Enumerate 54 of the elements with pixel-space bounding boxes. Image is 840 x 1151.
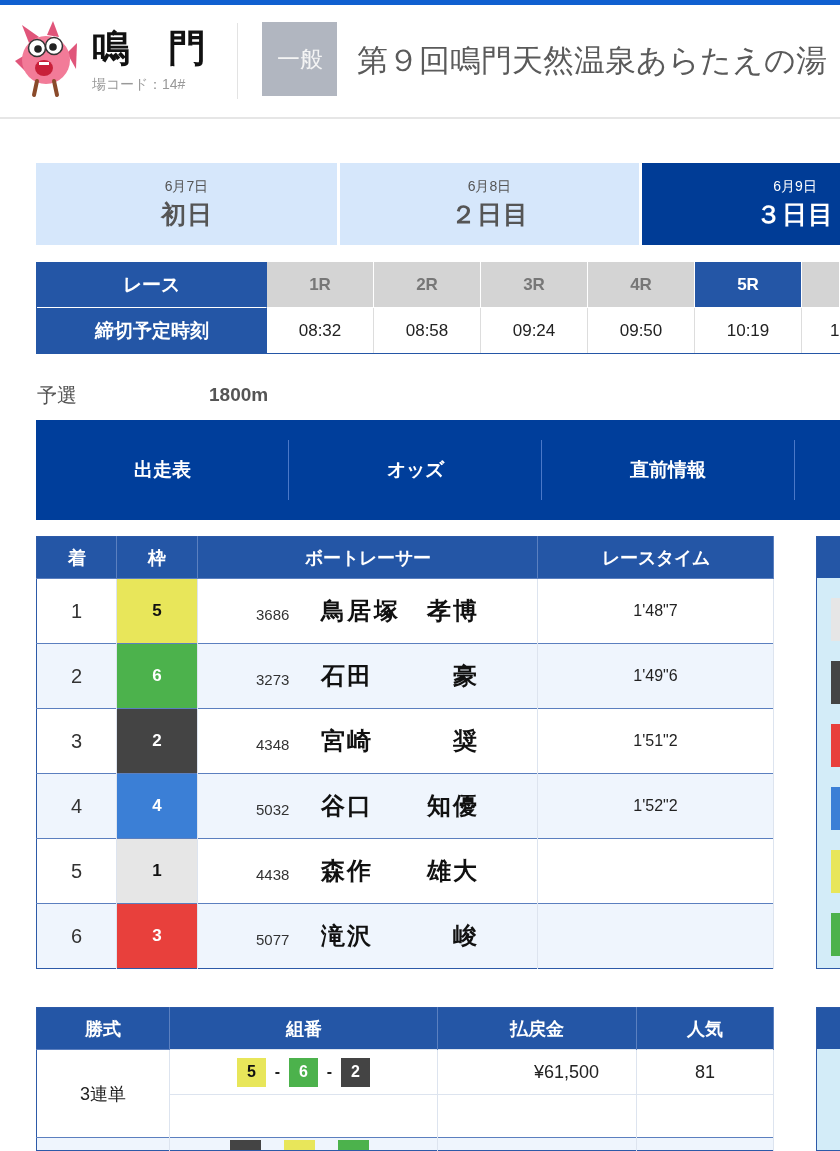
racer-name: 森作 雄大 — [321, 856, 480, 886]
frame-number-cell: 4 — [116, 773, 198, 839]
venue-name: 鳴 門 — [92, 28, 206, 68]
frame-number-cell: 2 — [116, 708, 198, 774]
table-header-cell: 勝式 — [36, 1007, 170, 1050]
table-header-cell: 人気 — [636, 1007, 774, 1050]
frame-number-cell: 3 — [116, 903, 198, 969]
venue-code: 場コード：14# — [92, 76, 187, 94]
table-header-cell: 払戻金 — [437, 1007, 637, 1050]
place-cell: 6 — [36, 903, 117, 969]
nav-tab[interactable]: オッズ — [289, 440, 542, 500]
separator-text: - — [325, 1063, 334, 1081]
day-tab[interactable]: 6月8日 ２日目 — [340, 163, 639, 245]
race-time-cell: 1'49"6 — [537, 643, 774, 709]
row-header-cell: レース — [37, 262, 267, 308]
racer-id: 4438 — [256, 864, 291, 883]
nav-tab[interactable]: 出走表 — [36, 440, 289, 500]
race-distance: 1800m — [209, 384, 269, 406]
row-header-cell: 締切予定時刻 — [37, 308, 267, 353]
racer-name: 宮崎 奨 — [321, 726, 480, 756]
racer-name: 滝沢 峻 — [321, 921, 480, 951]
payout-amount: ¥61,500 — [437, 1049, 637, 1095]
separator-text: - — [273, 1063, 282, 1081]
racer-id: 3273 — [256, 669, 291, 688]
race-tab[interactable] — [802, 262, 840, 308]
frame-number-cell: 1 — [116, 838, 198, 904]
frame-number-tile: 6 — [289, 1057, 318, 1087]
frame-number-tile: 5 — [237, 1057, 266, 1087]
racer-id: 3686 — [256, 604, 291, 623]
table-header-cell: ボートレーサー — [197, 536, 538, 579]
nav-tab[interactable]: 直前情報 — [542, 440, 795, 500]
racer-name: 石田 豪 — [321, 661, 480, 691]
frame-number-cell: 6 — [116, 643, 198, 709]
race-tab[interactable]: 5R — [695, 262, 802, 308]
grade-badge: 一般 — [262, 22, 337, 96]
table-header-cell: 枠 — [116, 536, 198, 579]
day-tab[interactable]: 6月9日 ３日目 — [642, 163, 840, 245]
table-header-cell: 着 — [36, 536, 117, 579]
racer-name: 谷口 知優 — [321, 791, 480, 821]
race-type: 予選 — [36, 382, 78, 408]
frame-number-tile: 2 — [341, 1057, 370, 1087]
day-tab[interactable]: 6月7日 初日 — [36, 163, 337, 245]
frame-number-cell: 5 — [116, 578, 198, 644]
table-header-cell: レースタイム — [537, 536, 774, 579]
race-time-cell: 1'52"2 — [537, 773, 774, 839]
racer-id: 4348 — [256, 734, 291, 753]
racer-name: 鳥居塚 孝博 — [321, 596, 480, 626]
popularity-cell: 81 — [636, 1049, 774, 1095]
racer-id: 5032 — [256, 799, 291, 818]
series-title: 第９回鳴門天然温泉あらたえの湯 — [357, 42, 827, 80]
racer-id: 5077 — [256, 929, 291, 948]
place-cell: 4 — [36, 773, 117, 839]
table-header-cell: 組番 — [169, 1007, 438, 1050]
place-cell: 2 — [36, 643, 117, 709]
